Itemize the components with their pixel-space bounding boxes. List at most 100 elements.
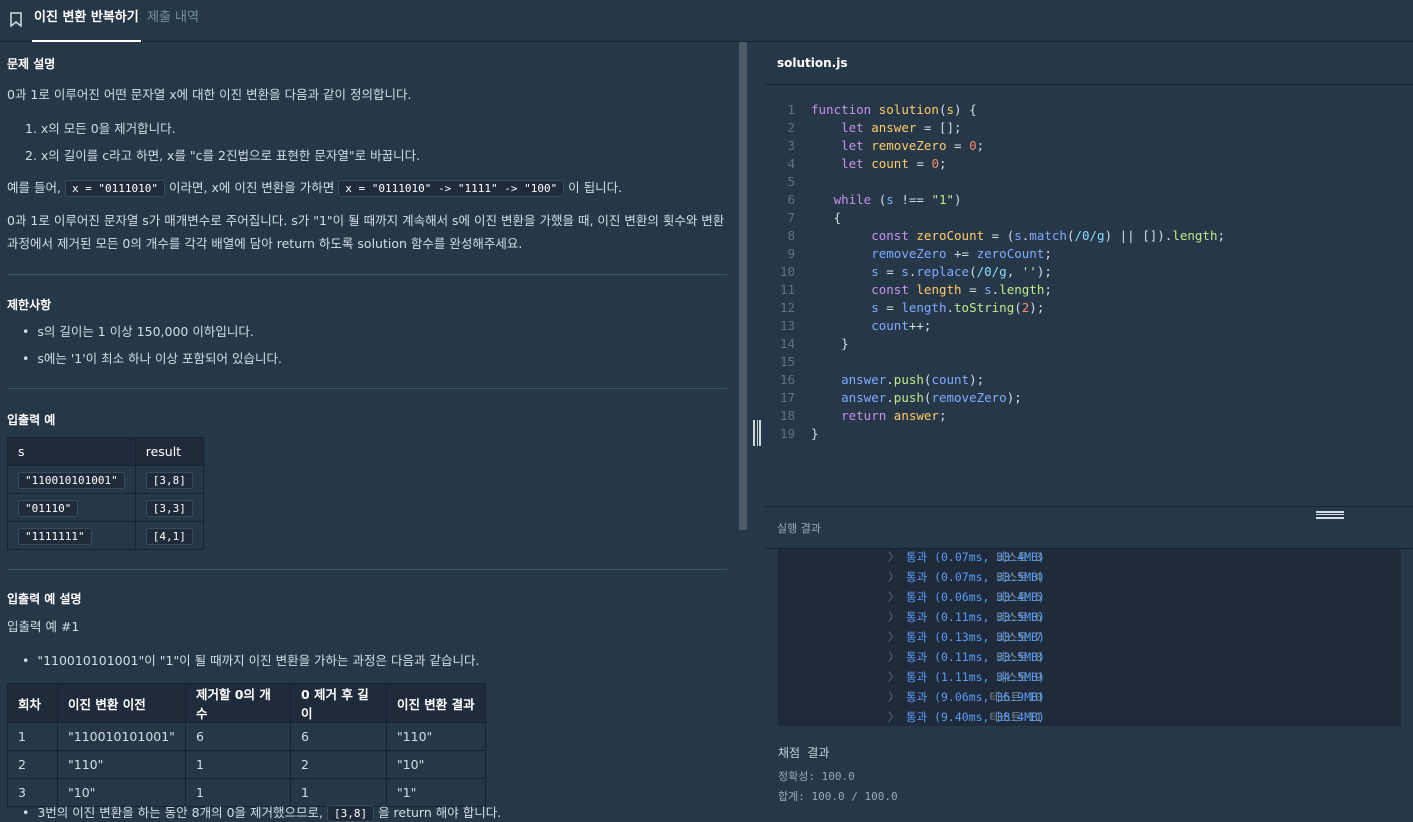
code-line: s = s.replace(/0/g, '');: [871, 264, 1052, 279]
code-line: let count = 0;: [841, 156, 947, 171]
section-title-io-example: 입출력 예: [7, 413, 56, 427]
explain-bullet-prefix: 3번의 이진 변환을 하는 동안 8개의 0을 제거했으므로,: [37, 805, 323, 820]
code-editor[interactable]: 1 2 3 4 5 6 7 8 9 10 11 12 13 14 15 16 1…: [765, 86, 1413, 504]
splitter-grip-icon[interactable]: [753, 420, 761, 446]
line-number: 1: [787, 102, 795, 117]
line-number: 8: [787, 228, 795, 243]
code-line: }: [811, 336, 849, 351]
table-header: 이진 변환 이전: [57, 683, 186, 723]
line-number: 10: [779, 264, 795, 279]
io-example-table: s result "110010101001" [3,8] "01110" [3…: [7, 437, 204, 550]
io-explain-subtitle: 입출력 예 #1: [7, 619, 80, 634]
table-cell: "110010101001": [57, 722, 186, 751]
table-cell: "110": [385, 722, 486, 751]
test-result: 통과 (0.11ms, 33.5MB): [906, 650, 1045, 664]
line-number: 14: [779, 336, 795, 351]
explain-table: 회차 이진 변환 이전 제거할 0의 개수 0 제거 후 길이 이진 변환 결과…: [7, 683, 486, 807]
test-result: 통과 (0.13ms, 33.5MB): [906, 630, 1045, 644]
test-row: 테스트 5 〉 통과 (0.06ms, 33.4MB): [778, 587, 1401, 607]
cell-code: "01110": [18, 500, 79, 517]
table-row: 1 "110010101001" 6 6 "110": [7, 722, 486, 751]
cell-code: "1111111": [18, 528, 92, 545]
problem-panel: 문제 설명 0과 1로 이루어진 어떤 문자열 x에 대한 이진 변환을 다음과…: [0, 42, 740, 822]
table-cell: "110": [57, 750, 186, 779]
bookmark-icon[interactable]: [10, 12, 22, 27]
code-line: function solution(s) {: [811, 102, 977, 117]
example-suffix: 이 됩니다.: [568, 180, 623, 195]
table-header: 제거할 0의 개수: [184, 683, 291, 723]
explain-bullet: • 3번의 이진 변환을 하는 동안 8개의 0을 제거했으므로, [3,8] …: [22, 805, 502, 822]
top-bar: 이진 변환 반복하기 제출 내역: [0, 0, 1413, 42]
divider: [7, 388, 727, 389]
chevron-right-icon: 〉: [888, 550, 900, 564]
table-cell: 2: [7, 750, 58, 779]
step-1: 1. x의 모든 0을 제거합니다.: [25, 121, 176, 136]
test-result: 통과 (9.40ms, 38.4MB): [906, 710, 1045, 724]
code-line: s = length.toString(2);: [871, 300, 1045, 315]
test-result: 통과 (0.07ms, 33.5MB): [906, 570, 1045, 584]
code-line: answer.push(removeZero);: [841, 390, 1022, 405]
explain-bullet-suffix: 을 return 해야 합니다.: [378, 805, 502, 820]
problem-scrollbar[interactable]: [739, 42, 747, 530]
table-header: 0 제거 후 길이: [289, 683, 387, 723]
chevron-right-icon: 〉: [888, 610, 900, 624]
example-code-2: x = "0111010" -> "1111" -> "100": [338, 180, 565, 197]
code-line: let removeZero = 0;: [841, 138, 985, 153]
resize-handle-icon[interactable]: [1316, 511, 1344, 519]
line-number: 12: [779, 300, 795, 315]
test-row: 테스트 3 〉 통과 (0.07ms, 33.4MB): [778, 549, 1401, 567]
table-header-row: 회차 이진 변환 이전 제거할 0의 개수 0 제거 후 길이 이진 변환 결과: [7, 683, 486, 723]
file-header: solution.js: [765, 42, 1413, 85]
cell-code: [3,8]: [145, 472, 193, 489]
tab-submissions[interactable]: 제출 내역: [147, 0, 199, 42]
example-mid: 이라면, x에 이진 변환을 가하면: [169, 180, 335, 195]
example-code-1: x = "0111010": [64, 180, 166, 197]
task-line-2: 과정에서 제거된 모든 0의 개수를 각각 배열에 담아 return 하도록 …: [7, 236, 523, 251]
code-line: removeZero += zeroCount;: [871, 246, 1052, 261]
example-line: 예를 들어, x = "0111010" 이라면, x에 이진 변환을 가하면 …: [7, 176, 622, 201]
line-number: 15: [779, 354, 795, 369]
table-cell: 1: [7, 722, 58, 751]
table-cell: 6: [289, 722, 387, 751]
chevron-right-icon: 〉: [888, 630, 900, 644]
explain-bullet-code: [3,8]: [326, 805, 375, 822]
tab-problem[interactable]: 이진 변환 반복하기: [32, 0, 141, 42]
results-console[interactable]: 테스트 3 〉 통과 (0.07ms, 33.4MB) 테스트 4 〉 통과 (…: [778, 549, 1401, 726]
test-row: 테스트 9 〉 통과 (1.11ms, 34.5MB): [778, 667, 1401, 687]
table-cell: [4,1]: [134, 521, 204, 550]
file-name[interactable]: solution.js: [777, 56, 848, 70]
test-result: 통과 (0.06ms, 33.4MB): [906, 590, 1045, 604]
table-cell: "10": [385, 750, 486, 779]
table-cell: [3,3]: [134, 493, 204, 522]
code-line: {: [811, 210, 842, 225]
line-number: 13: [779, 318, 795, 333]
problem-intro: 0과 1로 이루어진 어떤 문자열 x에 대한 이진 변환을 다음과 같이 정의…: [7, 87, 412, 102]
cell-code: "110010101001": [18, 472, 125, 489]
task-line-1: 0과 1로 이루어진 문자열 s가 매개변수로 주어집니다. s가 "1"이 될…: [7, 213, 725, 228]
explain-bullet: • "110010101001"이 "1"이 될 때까지 이진 변환을 가하는 …: [22, 653, 480, 668]
test-row: 테스트 11 〉 통과 (9.40ms, 38.4MB): [778, 707, 1401, 726]
code-line: }: [811, 426, 819, 441]
table-row: "01110" [3,3]: [7, 493, 204, 522]
chevron-right-icon: 〉: [888, 710, 900, 724]
test-result: 통과 (0.07ms, 33.4MB): [906, 550, 1045, 564]
step-1-text: x의 모든 0을 제거합니다.: [40, 121, 176, 136]
score-accuracy: 정확성: 100.0: [778, 770, 855, 783]
test-result: 통과 (1.11ms, 34.5MB): [906, 670, 1045, 684]
chevron-right-icon: 〉: [888, 590, 900, 604]
code-line: count++;: [871, 318, 932, 333]
results-title: 실행 결과: [777, 522, 821, 535]
line-number: 9: [787, 246, 795, 261]
test-row: 테스트 7 〉 통과 (0.13ms, 33.5MB): [778, 627, 1401, 647]
table-cell: "110010101001": [7, 465, 136, 494]
code-line: const zeroCount = (s.match(/0/g) || []).…: [871, 228, 1225, 243]
step-2: 2. x의 길이를 c라고 하면, x를 "c를 2진법으로 표현한 문자열"로…: [25, 148, 421, 163]
line-number: 18: [779, 408, 795, 423]
table-cell: 6: [184, 722, 291, 751]
cell-code: [4,1]: [145, 528, 193, 545]
line-number: 11: [779, 282, 795, 297]
line-number: 3: [787, 138, 795, 153]
section-title-constraints: 제한사항: [7, 298, 52, 312]
